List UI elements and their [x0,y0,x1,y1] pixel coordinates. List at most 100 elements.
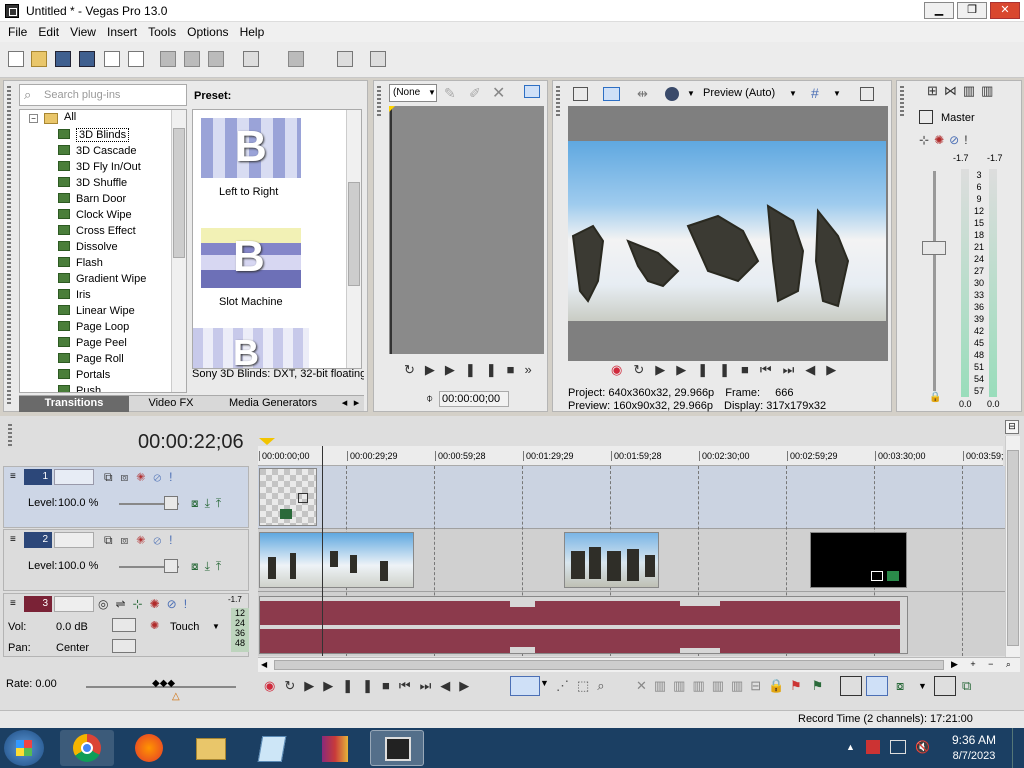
minimize-button[interactable]: ▁ [924,2,954,19]
track-name-field[interactable] [54,596,94,612]
trimmer-viewer[interactable] [389,106,544,354]
preset-scroll-thumb[interactable] [348,182,360,286]
show-hidden-icons[interactable]: ▲ [846,742,855,752]
track-controls[interactable]: ◎⇌⊹✺⊘! [98,597,194,611]
flag-icon[interactable] [866,740,880,754]
track-envelope-icons[interactable]: ⧇⤓⤒ [191,559,227,574]
master-fader-track[interactable] [933,171,936,391]
render-icon[interactable] [104,51,120,67]
rate-slider-handle[interactable]: ◆◆◆ [152,678,175,689]
track-grip-icon[interactable]: ≡ [10,471,16,482]
preset-scrollbar[interactable] [346,110,361,368]
menu-options[interactable]: Options [179,22,228,39]
vegas-app-icon[interactable] [5,4,19,18]
plugin-tree-item[interactable]: Barn Door [58,191,126,207]
search-box[interactable]: ⌕ Search plug-ins [19,84,187,106]
plugin-tree-item[interactable]: Iris [58,287,91,303]
menu-tools[interactable]: Tools [140,22,176,39]
taskbar-vegas[interactable] [370,730,424,766]
save-icon[interactable] [55,51,71,67]
master-fx-icons[interactable]: ⊹✺⊘! [919,133,973,147]
plugin-tree-item[interactable]: Portals [58,367,110,383]
track-content-area[interactable] [258,446,1005,656]
taskbar-explorer[interactable] [184,730,238,766]
plugin-tree-item[interactable]: Cross Effect [58,223,136,239]
paste-icon[interactable] [208,51,224,67]
video-clip-2[interactable] [564,532,659,588]
scroll-left-icon[interactable]: ◀ [261,660,267,669]
trimmer-dropdown[interactable]: (None ▼ [389,84,437,102]
preset-name[interactable]: Slot Machine [219,296,283,308]
plugin-tree-item[interactable]: Page Roll [58,351,124,367]
plugin-tree-item[interactable]: Push [58,383,101,392]
maximize-button[interactable]: ❐ [957,2,987,19]
split-screen-icon[interactable]: ⇹ [637,86,648,102]
plugin-tree-item[interactable]: 3D Shuffle [58,175,127,191]
track-envelope-icons[interactable]: ⧇⤓⤒ [191,496,227,511]
copy-snapshot-icon[interactable] [860,87,874,101]
track-header-1[interactable]: ≡ 1 ⧉⧇✺⊘! Level: 100.0 % ⧇⤓⤒ [3,466,249,528]
tree-scrollbar[interactable] [171,110,186,392]
vol-slider-handle[interactable] [112,618,136,632]
cut-icon[interactable] [160,51,176,67]
preset-name[interactable]: Left to Right [219,186,278,198]
video-clip-1[interactable] [259,532,414,588]
menu-file[interactable]: File [0,22,27,39]
plugin-tree-item[interactable]: Clock Wipe [58,207,132,223]
transition-clip[interactable] [259,468,317,526]
tree-root-label[interactable]: All [64,111,76,123]
preview-transport[interactable]: ◉↻▶▶❚❚■⏮⏭◀▶ [611,362,847,378]
plugin-tree-item[interactable]: Dissolve [58,239,118,255]
preview-quality-dropdown[interactable]: Preview (Auto) [703,87,775,99]
new-icon[interactable] [8,51,24,67]
track-header-3[interactable]: ≡ 3 ◎⇌⊹✺⊘! -1.7 Vol: 0.0 dB ✺ Touch ▼ Pa… [3,593,249,657]
search-input[interactable]: Search plug-ins [44,89,120,101]
edit-actions[interactable]: ✕▥▥▥▥▥⊟🔒 [636,678,791,694]
close-button[interactable]: ✕ [990,2,1020,19]
master-props-icon[interactable] [919,110,933,124]
track-name-field[interactable] [54,469,94,485]
record-icon[interactable]: ◉ [611,362,633,377]
preview-viewport[interactable] [568,106,888,361]
track-lane-1[interactable] [258,466,1005,529]
taskbar-notepad[interactable] [246,730,300,766]
preset-thumb-partial[interactable]: B [193,328,309,368]
lock-icon[interactable]: 🔒 [929,392,941,403]
zoom-controls[interactable]: ▶ + − ⌕ [951,659,1016,670]
menu-help[interactable]: Help [232,22,265,39]
main-transport[interactable]: ◉↻▶▶❚❚■⏮⏭◀▶ [264,678,478,694]
lock-envelopes-icon[interactable] [934,676,956,696]
open-icon[interactable] [31,51,47,67]
level-slider-handle[interactable] [164,559,178,573]
trimmer-timecode[interactable]: 00:00:00;00 [439,391,509,407]
envelope-icon[interactable]: ⧇ [896,678,904,694]
level-slider-handle[interactable] [164,496,178,510]
snapping-icon[interactable] [866,676,888,696]
trimmer-clear-icon[interactable]: ✕ [492,83,505,103]
ignore-grouping-icon[interactable]: ⧉ [962,678,971,694]
plugin-tree-item[interactable]: 3D Fly In/Out [58,159,141,175]
timeline-vscroll-thumb[interactable] [1007,450,1019,646]
chevron-down-icon[interactable]: ▼ [918,681,927,691]
chevron-down-icon[interactable]: ▼ [833,89,841,98]
chevron-down-icon[interactable]: ▼ [540,678,549,688]
plugin-tree-item[interactable]: Flash [58,255,103,271]
normal-edit-tool-icon[interactable] [510,676,540,696]
properties-icon[interactable] [128,51,144,67]
audio-clip[interactable] [259,596,908,654]
menu-insert[interactable]: Insert [99,22,137,39]
trimmer-brush-icon[interactable]: ✐ [469,85,481,102]
taskbar-firefox[interactable] [122,730,176,766]
overlays-grid-icon[interactable]: # [811,85,819,101]
preset-thumb-left-to-right[interactable]: B [201,118,301,178]
copy-icon[interactable] [184,51,200,67]
marker-icons[interactable]: ⚑⚑ [790,678,833,694]
tree-collapse-icon[interactable]: − [29,114,38,123]
tab-scroll-left[interactable]: ◂ [339,396,350,412]
track-header-2[interactable]: ≡ 2 ⧉⧇✺⊘! Level: 100.0 % ⧇⤓⤒ [3,529,249,591]
master-toolbar[interactable]: ⊞⋈▥▥ [927,83,999,99]
track-grip-icon[interactable]: ≡ [10,534,16,545]
clock-time[interactable]: 9:36 AM [950,733,998,747]
timeline-hscroll[interactable]: ◀ ▶ + − ⌕ [258,657,1020,672]
chevron-down-icon[interactable]: ▼ [687,89,695,98]
